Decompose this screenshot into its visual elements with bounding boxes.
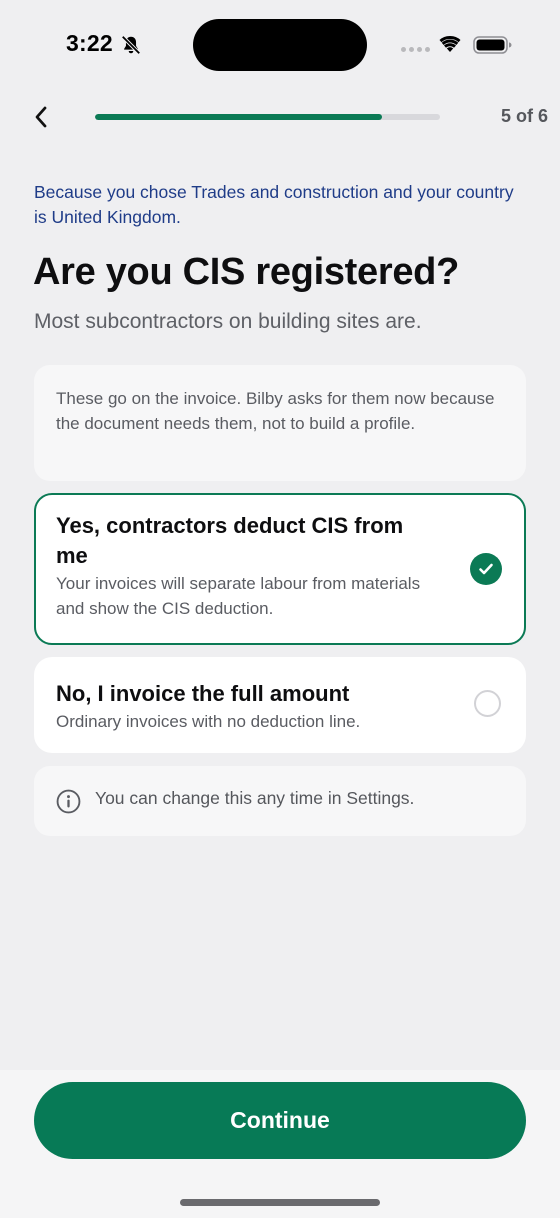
progress-bar	[95, 114, 440, 120]
option-description: Your invoices will separate labour from …	[56, 574, 421, 618]
info-card: You can change this any time in Settings…	[34, 766, 526, 836]
checkmark-icon	[470, 553, 502, 585]
status-bar: 3:22	[0, 0, 560, 92]
continue-button[interactable]: Continue	[34, 1082, 526, 1159]
option-title: Yes, contractors deduct CIS from me	[56, 513, 404, 568]
reason-text: Because you chose Trades and constructio…	[34, 182, 514, 227]
wifi-icon	[439, 35, 461, 52]
bell-slash-icon	[121, 35, 141, 55]
status-time: 3:22	[66, 30, 113, 56]
back-button[interactable]	[22, 98, 60, 136]
battery-icon	[473, 36, 512, 54]
home-indicator[interactable]	[180, 1199, 380, 1206]
option-yes-cis[interactable]: Yes, contractors deduct CIS from me Your…	[34, 493, 526, 645]
info-text: You can change this any time in Settings…	[95, 788, 415, 808]
option-no-cis[interactable]: No, I invoice the full amount Ordinary i…	[34, 657, 526, 753]
dynamic-island	[193, 19, 367, 71]
page-subtitle: Most subcontractors on building sites ar…	[34, 310, 422, 333]
option-description: Ordinary invoices with no deduction line…	[56, 712, 361, 731]
progress-fill	[95, 114, 383, 120]
chevron-left-icon	[35, 106, 47, 128]
cellular-signal-icon	[401, 47, 430, 52]
step-counter: 5 of 6	[500, 106, 548, 126]
radio-unselected-icon	[474, 690, 501, 717]
note-card: These go on the invoice. Bilby asks for …	[34, 365, 526, 481]
page-title: Are you CIS registered?	[33, 251, 459, 293]
info-icon	[56, 789, 81, 814]
option-title: No, I invoice the full amount	[56, 681, 350, 706]
